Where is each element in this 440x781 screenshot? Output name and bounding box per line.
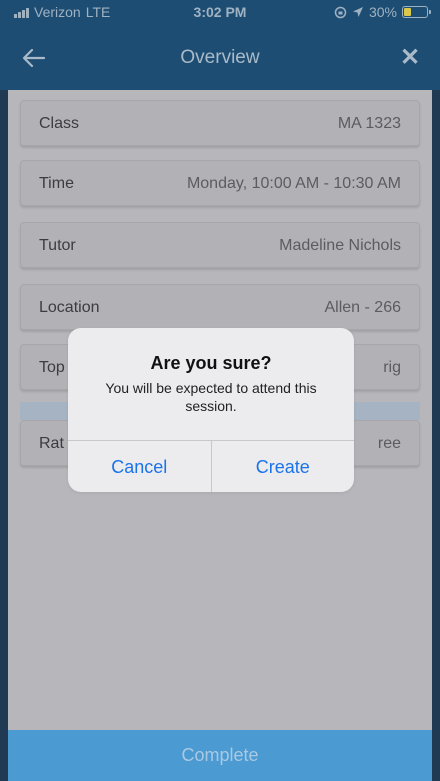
row-label: Location — [39, 299, 100, 316]
nav-bar: Overview ✕ — [0, 26, 440, 90]
status-right: 30% — [334, 4, 431, 20]
complete-button[interactable]: Complete — [8, 730, 432, 781]
row-time: Time Monday, 10:00 AM - 10:30 AM — [20, 160, 420, 206]
status-bar: Verizon LTE 3:02 PM 30% — [0, 0, 440, 26]
confirm-alert: Are you sure? You will be expected to at… — [68, 328, 354, 492]
row-value: Madeline Nichols — [279, 237, 401, 254]
battery-percent: 30% — [368, 4, 397, 20]
row-label: Rat — [39, 435, 64, 452]
row-location: Location Allen - 266 — [20, 284, 420, 330]
row-value: MA 1323 — [337, 115, 401, 132]
close-icon: ✕ — [399, 44, 421, 71]
alert-title: Are you sure? — [150, 353, 272, 373]
row-value: rig — [383, 359, 401, 376]
row-label: Top — [39, 359, 65, 376]
page-title: Overview — [180, 47, 260, 68]
row-label: Tutor — [39, 237, 76, 254]
alert-actions: Cancel Create — [68, 440, 354, 492]
alert-message: You will be expected to attend this sess… — [105, 380, 317, 414]
cancel-button[interactable]: Cancel — [68, 441, 211, 492]
row-class: Class MA 1323 — [20, 100, 420, 146]
orientation-lock-icon — [334, 6, 347, 18]
row-value: Allen - 266 — [324, 299, 402, 316]
close-button[interactable]: ✕ — [394, 42, 426, 74]
row-value: Monday, 10:00 AM - 10:30 AM — [186, 175, 401, 192]
row-label: Time — [39, 175, 74, 192]
row-tutor: Tutor Madeline Nichols — [20, 222, 420, 268]
row-value: ree — [377, 435, 401, 452]
location-arrow-icon — [352, 7, 363, 17]
create-button[interactable]: Create — [210, 441, 355, 492]
battery-fill — [404, 8, 411, 16]
battery-icon — [402, 6, 431, 18]
row-label: Class — [39, 115, 80, 132]
